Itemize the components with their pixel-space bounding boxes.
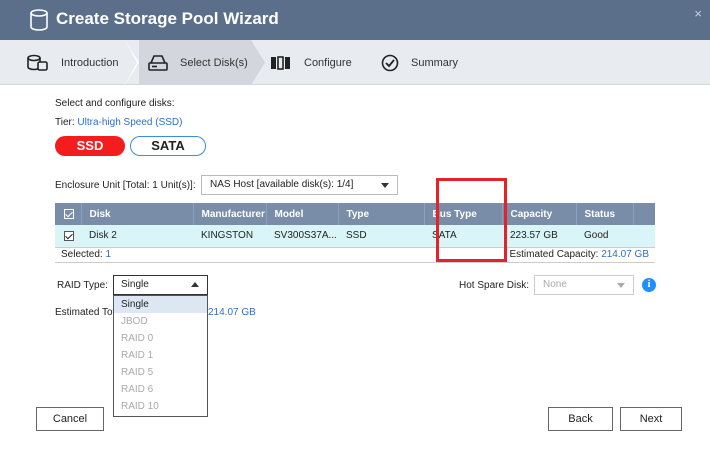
tier-value: Ultra-high Speed (SSD)	[77, 117, 183, 128]
select-all-checkbox[interactable]	[64, 208, 74, 219]
raid-option-raid1[interactable]: RAID 1	[114, 347, 207, 364]
next-button[interactable]: Next	[620, 407, 682, 431]
hot-spare-label: Hot Spare Disk:	[459, 280, 530, 291]
cell-filler	[633, 225, 655, 248]
chevron-down-icon	[617, 283, 625, 288]
sata-tier-button[interactable]: SATA	[130, 136, 206, 156]
table-row[interactable]: Disk 2 KINGSTON SV300S37A... SSD SATA 22…	[55, 225, 655, 248]
step-label: Summary	[411, 56, 459, 69]
header-status[interactable]: Status	[576, 203, 634, 225]
database-icon	[27, 54, 48, 71]
enclosure-selected: NAS Host [available disk(s): 1/4]	[210, 179, 354, 190]
step-introduction: Introduction	[27, 40, 118, 85]
info-icon[interactable]: i	[642, 278, 656, 292]
estimated-capacity: Estimated Capacity: 214.07 GB	[509, 249, 649, 260]
raid-option-raid0[interactable]: RAID 0	[114, 330, 207, 347]
disk-drive-icon	[148, 54, 168, 71]
selected-summary: Selected: 1	[61, 249, 111, 260]
estimated-capacity-value: 214.07 GB	[601, 249, 649, 260]
hot-spare-select[interactable]: None	[534, 275, 634, 295]
tier-line: Tier: Ultra-high Speed (SSD)	[55, 117, 182, 128]
database-icon	[30, 9, 48, 31]
table-header-row: Disk Manufacturer Model Type Bus Type Ca…	[55, 203, 655, 225]
header-filler	[633, 203, 655, 225]
raid-type-selected: Single	[121, 279, 149, 290]
cell-status: Good	[576, 225, 633, 248]
step-select-disks: Select Disk(s)	[139, 40, 251, 85]
header-model[interactable]: Model	[266, 203, 339, 225]
estimated-total-value: 214.07 GB	[208, 307, 256, 318]
tier-label: Tier:	[55, 117, 75, 128]
enclosure-label: Enclosure Unit [Total: 1 Unit(s)]:	[55, 180, 196, 191]
estimated-capacity-label: Estimated Capacity:	[509, 249, 599, 260]
configure-icon	[271, 55, 290, 70]
header-manufacturer[interactable]: Manufacturer	[193, 203, 267, 225]
bus-type-highlight-box	[436, 178, 507, 262]
section-heading: Select and configure disks:	[55, 98, 175, 109]
step-label: Introduction	[61, 56, 119, 69]
row-checkbox[interactable]	[64, 230, 74, 241]
disk-table: Disk Manufacturer Model Type Bus Type Ca…	[55, 203, 655, 248]
raid-type-select[interactable]: Single	[113, 275, 208, 295]
raid-option-single[interactable]: Single	[114, 296, 207, 313]
raid-option-raid10[interactable]: RAID 10	[114, 398, 207, 415]
header-disk[interactable]: Disk	[81, 203, 194, 225]
step-label: Configure	[304, 56, 352, 69]
cell-manufacturer: KINGSTON	[193, 225, 266, 248]
cell-capacity: 223.57 GB	[502, 225, 576, 248]
hot-spare-selected: None	[543, 279, 567, 290]
raid-type-label: RAID Type:	[57, 280, 108, 291]
window-title: Create Storage Pool Wizard	[56, 9, 279, 28]
checkmark-circle-icon	[381, 54, 399, 71]
wizard-steps: Introduction Select Disk(s) Configure Su…	[0, 40, 710, 85]
selected-label: Selected:	[61, 249, 103, 260]
table-footer: Selected: 1 Estimated Capacity: 214.07 G…	[55, 248, 655, 263]
back-button[interactable]: Back	[548, 407, 613, 431]
chevron-down-icon	[381, 183, 389, 188]
header-capacity[interactable]: Capacity	[502, 203, 577, 225]
raid-option-jbod[interactable]: JBOD	[114, 313, 207, 330]
step-label: Select Disk(s)	[180, 56, 248, 69]
ssd-tier-button[interactable]: SSD	[55, 136, 125, 156]
selected-count: 1	[105, 249, 112, 260]
row-select-cell[interactable]	[55, 225, 81, 248]
chevron-up-icon	[191, 282, 199, 287]
close-icon[interactable]: ×	[694, 6, 702, 21]
step-summary: Summary	[381, 40, 458, 85]
step-separator	[125, 40, 139, 85]
step-configure: Configure	[270, 40, 352, 85]
header-type[interactable]: Type	[338, 203, 425, 225]
enclosure-select[interactable]: NAS Host [available disk(s): 1/4]	[201, 175, 398, 195]
raid-type-dropdown: Single JBOD RAID 0 RAID 1 RAID 5 RAID 6 …	[113, 295, 208, 417]
cell-type: SSD	[338, 225, 424, 248]
step-separator	[251, 40, 265, 85]
cancel-button[interactable]: Cancel	[36, 407, 104, 431]
raid-option-raid6[interactable]: RAID 6	[114, 381, 207, 398]
cell-model: SV300S37A...	[266, 225, 338, 248]
cell-disk: Disk 2	[81, 225, 193, 248]
select-all-header[interactable]	[55, 203, 82, 225]
estimated-total-label: Estimated Tot	[55, 307, 116, 318]
title-bar: Create Storage Pool Wizard ×	[0, 0, 710, 40]
raid-option-raid5[interactable]: RAID 5	[114, 364, 207, 381]
